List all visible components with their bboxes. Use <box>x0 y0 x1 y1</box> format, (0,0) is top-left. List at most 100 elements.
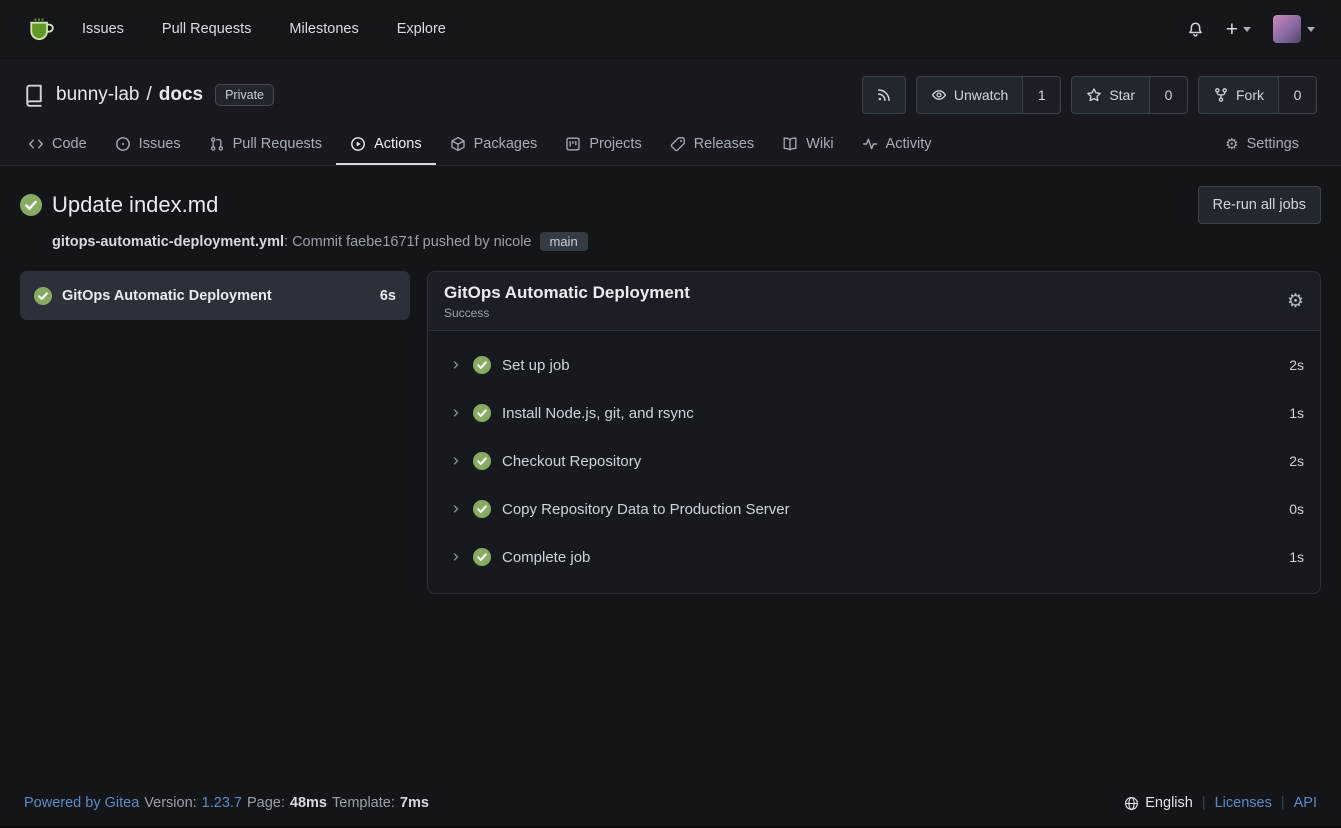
step-name: Checkout Repository <box>502 453 641 470</box>
repo-actions: Unwatch 1 Star 0 <box>862 76 1317 114</box>
pull-request-icon <box>209 136 225 152</box>
chevron-right-icon[interactable] <box>450 551 462 563</box>
branch-badge[interactable]: main <box>540 232 588 251</box>
notifications-button[interactable] <box>1187 21 1204 38</box>
watchers-count[interactable]: 1 <box>1023 76 1061 114</box>
tab-label: Projects <box>589 136 641 152</box>
job-panel-title: GitOps Automatic Deployment <box>444 283 690 303</box>
step-success-check-icon <box>473 404 491 422</box>
tab-activity[interactable]: Activity <box>848 124 946 165</box>
commit-text: : Commit faebe1671f pushed by nicole <box>284 234 531 250</box>
unwatch-button[interactable]: Unwatch <box>916 76 1023 114</box>
create-new-button[interactable]: + <box>1226 19 1251 40</box>
chevron-right-icon[interactable] <box>450 407 462 419</box>
tab-label: Releases <box>694 136 754 152</box>
globe-icon <box>1124 796 1139 811</box>
tab-pull-requests[interactable]: Pull Requests <box>195 124 336 165</box>
tab-settings[interactable]: ⚙ Settings <box>1211 124 1313 165</box>
tab-label: Issues <box>139 136 181 152</box>
step-row[interactable]: Set up job 2s <box>428 341 1320 389</box>
job-list: GitOps Automatic Deployment 6s <box>20 271 410 320</box>
repo-path-separator: / <box>146 84 151 106</box>
job-panel-titles: GitOps Automatic Deployment Success <box>444 283 690 320</box>
run-header: Update index.md Re-run all jobs <box>20 186 1321 224</box>
job-steps-list: Set up job 2s Install Node.js, git, and … <box>428 331 1320 593</box>
language-selector[interactable]: English <box>1124 795 1193 811</box>
code-icon <box>28 136 44 152</box>
tab-packages[interactable]: Packages <box>436 124 552 165</box>
job-item-selected[interactable]: GitOps Automatic Deployment 6s <box>20 271 410 320</box>
powered-by-gitea-link[interactable]: Powered by Gitea <box>24 795 139 811</box>
run-body: GitOps Automatic Deployment 6s GitOps Au… <box>20 271 1321 594</box>
licenses-link[interactable]: Licenses <box>1215 795 1272 811</box>
user-menu-button[interactable] <box>1273 15 1315 43</box>
tag-icon <box>670 136 686 152</box>
tab-actions[interactable]: Actions <box>336 124 436 165</box>
api-link[interactable]: API <box>1294 795 1317 811</box>
chevron-down-icon <box>1243 27 1251 32</box>
workflow-file-link[interactable]: gitops-automatic-deployment.yml <box>52 234 284 250</box>
tab-label: Settings <box>1247 136 1299 152</box>
job-panel-header: GitOps Automatic Deployment Success ⚙ <box>428 272 1320 331</box>
fork-button[interactable]: Fork <box>1198 76 1279 114</box>
tab-label: Packages <box>474 136 538 152</box>
footer-left: Powered by Gitea Version: 1.23.7 Page: 4… <box>24 795 429 811</box>
tab-projects[interactable]: Projects <box>551 124 655 165</box>
gitea-logo[interactable] <box>26 14 56 44</box>
step-name: Complete job <box>502 549 590 566</box>
forks-count[interactable]: 0 <box>1279 76 1317 114</box>
visibility-badge: Private <box>215 84 274 106</box>
step-row[interactable]: Complete job 1s <box>428 533 1320 581</box>
stars-count[interactable]: 0 <box>1150 76 1188 114</box>
chevron-right-icon[interactable] <box>450 359 462 371</box>
project-board-icon <box>565 136 581 152</box>
rerun-all-jobs-button[interactable]: Re-run all jobs <box>1198 186 1322 224</box>
tab-label: Activity <box>886 136 932 152</box>
run-title: Update index.md <box>52 192 218 218</box>
step-row[interactable]: Checkout Repository 2s <box>428 437 1320 485</box>
step-name: Copy Repository Data to Production Serve… <box>502 501 790 518</box>
navbar-item-explore[interactable]: Explore <box>397 21 446 37</box>
job-duration: 6s <box>380 288 396 304</box>
tab-code[interactable]: Code <box>14 124 101 165</box>
rss-icon <box>876 87 892 103</box>
repo-name-link[interactable]: docs <box>159 84 203 106</box>
avatar <box>1273 15 1301 43</box>
navbar-item-issues[interactable]: Issues <box>82 21 124 37</box>
tab-issues[interactable]: Issues <box>101 124 195 165</box>
star-icon <box>1086 87 1102 103</box>
job-success-check-icon <box>34 287 52 305</box>
repo-book-icon <box>22 83 46 107</box>
watch-button-group: Unwatch 1 <box>916 76 1061 114</box>
actions-run-page: Update index.md Re-run all jobs gitops-a… <box>0 166 1341 594</box>
eye-icon <box>931 87 947 103</box>
page-time-value: 48ms <box>290 795 327 811</box>
repo-owner-link[interactable]: bunny-lab <box>56 84 139 106</box>
rss-button[interactable] <box>862 76 906 114</box>
run-success-check-icon <box>20 194 42 216</box>
version-link[interactable]: 1.23.7 <box>202 795 242 811</box>
step-row[interactable]: Copy Repository Data to Production Serve… <box>428 485 1320 533</box>
navbar-links: Issues Pull Requests Milestones Explore <box>82 21 484 37</box>
play-circle-icon <box>350 136 366 152</box>
step-duration: 1s <box>1289 549 1304 565</box>
navbar-item-pull-requests[interactable]: Pull Requests <box>162 21 251 37</box>
star-button[interactable]: Star <box>1071 76 1150 114</box>
footer-divider: | <box>1202 795 1206 811</box>
chevron-right-icon[interactable] <box>450 455 462 467</box>
chevron-right-icon[interactable] <box>450 503 462 515</box>
tab-wiki[interactable]: Wiki <box>768 124 847 165</box>
template-time-value: 7ms <box>400 795 429 811</box>
footer: Powered by Gitea Version: 1.23.7 Page: 4… <box>0 780 1341 828</box>
fork-button-group: Fork 0 <box>1198 76 1317 114</box>
gear-icon: ⚙ <box>1225 137 1238 152</box>
step-row[interactable]: Install Node.js, git, and rsync 1s <box>428 389 1320 437</box>
tab-label: Actions <box>374 136 422 152</box>
tab-releases[interactable]: Releases <box>656 124 768 165</box>
navbar-item-milestones[interactable]: Milestones <box>289 21 358 37</box>
star-button-group: Star 0 <box>1071 76 1188 114</box>
language-label: English <box>1145 795 1193 811</box>
fork-label: Fork <box>1236 87 1264 103</box>
job-options-gear-icon[interactable]: ⚙ <box>1287 292 1304 311</box>
step-success-check-icon <box>473 548 491 566</box>
